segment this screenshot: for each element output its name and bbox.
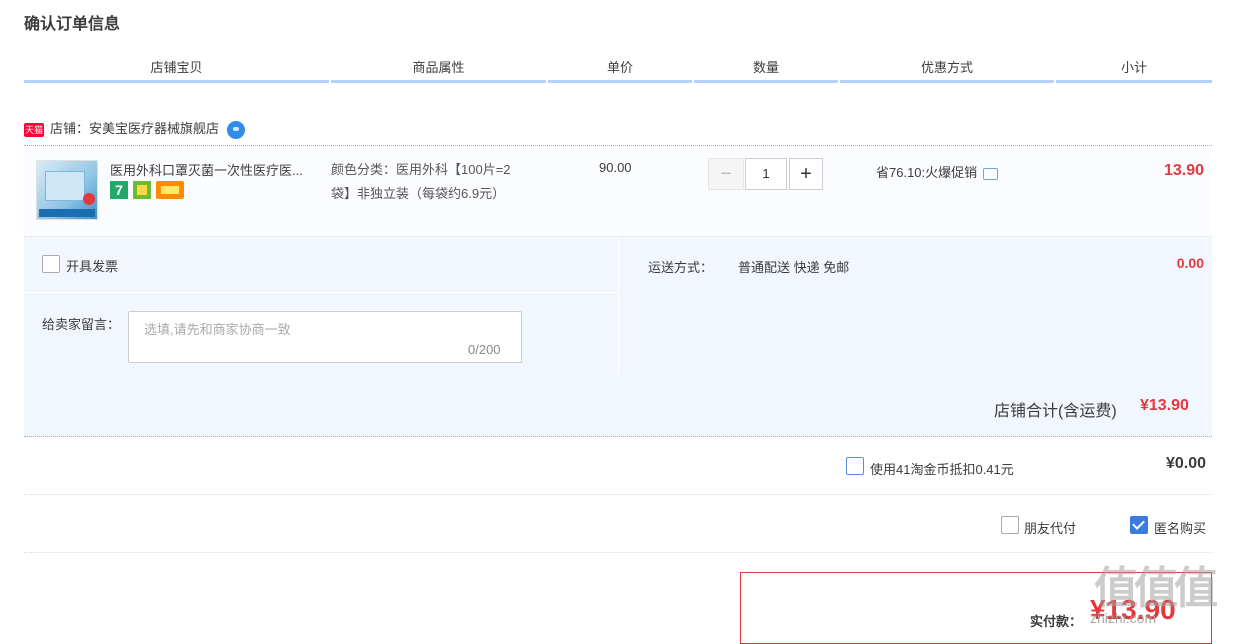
watermark-logo: 值值值 [1094, 564, 1218, 613]
shop-total-label: 店铺合计(含运费) [994, 403, 1117, 420]
friend-pay-label: 朋友代付 [1024, 521, 1077, 536]
product-name-link[interactable]: 医用外科口罩灭菌一次性医疗医... [110, 160, 325, 179]
invoice-label: 开具发票 [66, 259, 119, 274]
divider [24, 552, 1212, 553]
promo-comment-icon[interactable] [983, 167, 999, 180]
coins-value: ¥0.00 [1165, 455, 1206, 472]
qty-increase-button[interactable]: + [789, 158, 823, 190]
col-attributes: 商品属性 [331, 56, 546, 83]
shipping-fee: 0.00 [1176, 255, 1204, 271]
seven-day-return-icon: 7 [110, 181, 128, 199]
promotion-text: 省76.10:火爆促销 [876, 162, 999, 181]
quantity-input[interactable]: 1 [745, 158, 787, 190]
col-discount: 优惠方式 [840, 56, 1054, 83]
table-header: 店铺宝贝 商品属性 单价 数量 优惠方式 小计 [24, 56, 1212, 84]
chat-icon[interactable] [227, 120, 246, 139]
anonymous-checkbox[interactable] [1130, 516, 1148, 534]
tmall-badge: 天猫 [24, 122, 44, 137]
message-label: 给卖家留言： [42, 317, 121, 332]
message-placeholder: 选填,请先和商家协商一致 [144, 322, 291, 337]
col-subtotal: 小计 [1056, 56, 1212, 83]
page-title: 确认订单信息 [24, 16, 121, 33]
coins-label: 使用41淘金币抵扣0.41元 [870, 462, 1014, 477]
shop-name[interactable]: 店铺：安美宝医疗器械旗舰店 [50, 121, 219, 136]
anonymous-label: 匿名购买 [1154, 521, 1207, 536]
product-thumbnail[interactable] [36, 160, 98, 220]
friend-pay-checkbox[interactable] [1001, 516, 1019, 534]
product-attributes: 颜色分类：医用外科【100片=2 袋】非独立装（每袋约6.9元） [331, 162, 511, 201]
message-char-count: 0/200 [468, 342, 501, 357]
item-subtotal: 13.90 [1163, 162, 1204, 179]
shop-total-value: ¥13.90 [1140, 397, 1189, 414]
coins-checkbox[interactable] [846, 457, 864, 475]
col-shop-item: 店铺宝贝 [24, 56, 329, 83]
shipping-method: 普通配送 快递 免邮 [738, 260, 850, 275]
col-quantity: 数量 [694, 56, 838, 83]
invoice-checkbox[interactable] [42, 255, 60, 273]
shop-row: 天猫 店铺：安美宝医疗器械旗舰店 [24, 118, 246, 140]
watermark-url: zhizhi.com [1090, 610, 1157, 626]
service-badge-icon [133, 181, 151, 199]
payment-label: 实付款： [1030, 614, 1083, 629]
shipping-label: 运送方式： [648, 260, 714, 275]
col-unit-price: 单价 [548, 56, 692, 83]
divider [24, 494, 1212, 495]
card-payment-icon [156, 181, 184, 199]
unit-price: 90.00 [599, 160, 632, 175]
qty-decrease-button[interactable]: − [708, 158, 744, 190]
